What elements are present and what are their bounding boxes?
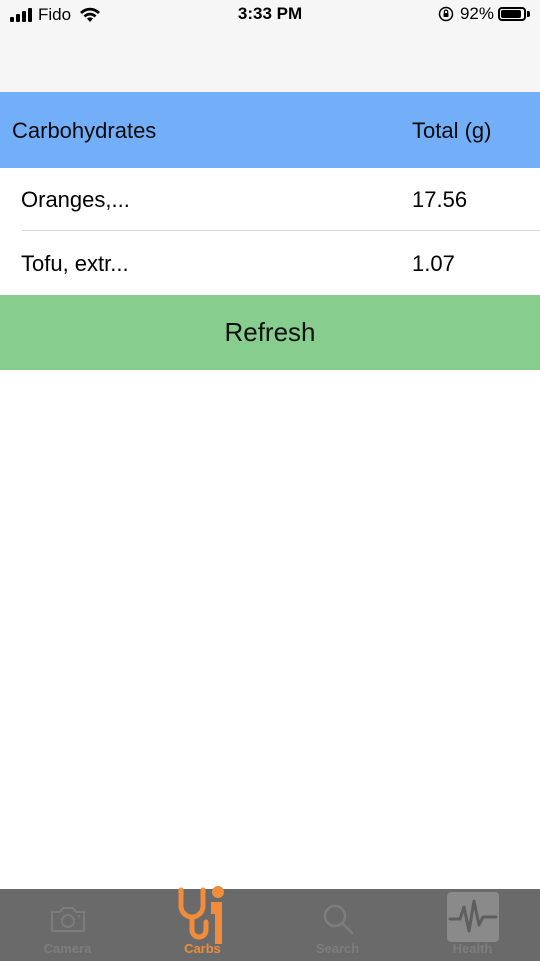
status-bar: Fido 3:33 PM 92% xyxy=(0,0,540,30)
refresh-button[interactable]: Refresh xyxy=(0,295,540,370)
column-header-total: Total (g) xyxy=(412,118,492,143)
tab-search[interactable]: Search xyxy=(270,889,405,961)
tab-label: Camera xyxy=(43,941,92,956)
tab-label: Health xyxy=(452,941,493,956)
status-right: 92% xyxy=(438,4,530,24)
navigation-bar xyxy=(0,30,540,92)
app-screen: Fido 3:33 PM 92% Carbohydrates Total (g)… xyxy=(0,0,540,961)
tab-label: Search xyxy=(315,941,360,956)
tab-health[interactable]: Health xyxy=(405,889,540,961)
table-header: Carbohydrates Total (g) xyxy=(0,92,540,168)
carb-total: 17.56 xyxy=(412,187,468,212)
column-header-carbohydrates: Carbohydrates xyxy=(12,118,157,143)
battery-cap xyxy=(527,11,530,17)
tab-bar: Camera Carbs Search Health xyxy=(0,886,540,961)
battery-level xyxy=(501,10,522,18)
carb-total: 1.07 xyxy=(412,251,455,276)
food-name: Oranges,... xyxy=(21,187,130,212)
tab-carbs[interactable]: Carbs xyxy=(135,886,270,961)
row-divider xyxy=(22,230,540,231)
tab-camera[interactable]: Camera xyxy=(0,889,135,961)
food-name: Tofu, extr... xyxy=(21,251,129,276)
table-row[interactable]: Tofu, extr... 1.07 xyxy=(0,232,540,295)
search-icon xyxy=(270,899,405,939)
tab-label: Carbs xyxy=(184,941,221,956)
stethoscope-icon xyxy=(135,884,270,944)
battery-icon xyxy=(498,7,526,21)
orientation-lock-icon xyxy=(438,6,454,22)
battery-percent: 92% xyxy=(459,4,494,23)
heart-monitor-icon xyxy=(405,891,540,943)
table-row[interactable]: Oranges,... 17.56 xyxy=(0,168,540,231)
camera-icon xyxy=(0,899,135,939)
